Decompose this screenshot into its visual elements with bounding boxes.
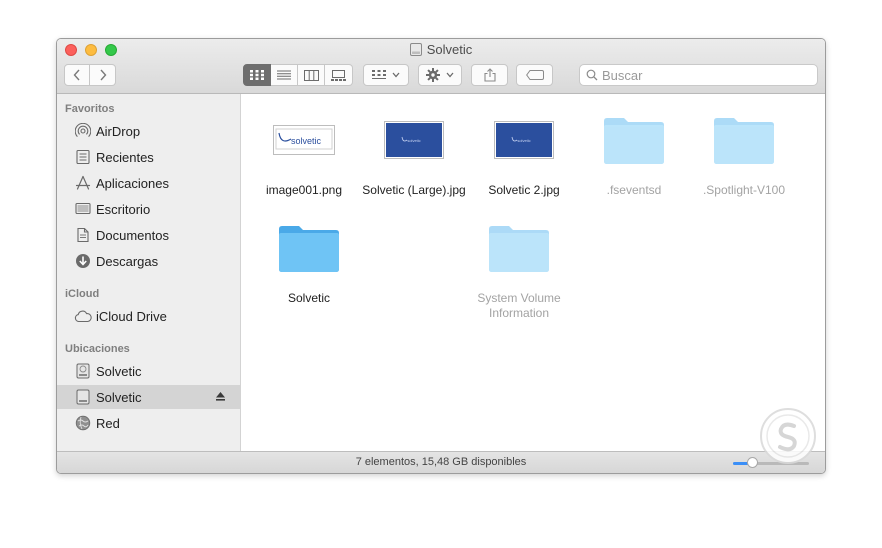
sidebar-item-label: Documentos xyxy=(96,227,169,243)
finder-window: Solvetic Buscar Favoritos AirDrop Recien… xyxy=(56,38,826,474)
search-icon xyxy=(586,69,598,81)
sidebar-item-descargas[interactable]: Descargas xyxy=(57,249,240,273)
group-by-control xyxy=(363,64,409,86)
action-button[interactable] xyxy=(418,64,462,86)
icon-size-slider-knob[interactable] xyxy=(746,457,758,468)
grid-options-icon xyxy=(372,70,386,79)
forward-button[interactable] xyxy=(90,64,116,86)
logo-text: solvetic xyxy=(517,138,530,143)
file-grid: solvetic image001.png solvetic Solvetic … xyxy=(241,94,825,451)
chevron-right-icon xyxy=(99,69,106,81)
sidebar-item-airdrop[interactable]: AirDrop xyxy=(57,119,240,143)
file-name: Solvetic 2.jpg xyxy=(488,183,560,197)
logo-text: solvetic xyxy=(407,138,420,143)
external-drive-icon xyxy=(74,388,92,406)
sidebar-item-icloud-drive[interactable]: iCloud Drive xyxy=(57,304,240,328)
gear-icon xyxy=(426,68,440,82)
folder-icon xyxy=(469,212,569,284)
search-input[interactable] xyxy=(602,67,802,83)
tags-button[interactable] xyxy=(516,64,553,86)
recents-icon xyxy=(74,148,92,166)
sidebar-item-label: Solvetic xyxy=(96,363,142,379)
sidebar-item-red[interactable]: Red xyxy=(57,411,240,435)
sidebar-section-favoritos: Favoritos xyxy=(65,103,115,115)
sidebar-item-label: Recientes xyxy=(96,149,154,165)
desktop-icon xyxy=(74,200,92,218)
applications-icon xyxy=(74,174,92,192)
chevron-down-icon xyxy=(446,72,454,78)
sidebar-item-label: Solvetic xyxy=(96,389,142,405)
gallery-view-button[interactable] xyxy=(325,64,353,86)
file-name: Solvetic xyxy=(287,291,331,305)
sidebar-item-documentos[interactable]: Documentos xyxy=(57,223,240,247)
file-name: .fseventsd xyxy=(606,183,662,197)
view-mode-control xyxy=(243,64,353,86)
status-bar: 7 elementos, 15,48 GB disponibles xyxy=(57,451,825,473)
airdrop-icon xyxy=(74,122,92,140)
sidebar-item-label: Descargas xyxy=(96,253,159,269)
downloads-icon xyxy=(74,252,92,270)
list-view-button[interactable] xyxy=(271,64,298,86)
icons-view-button[interactable] xyxy=(243,64,271,86)
image-thumbnail: solvetic xyxy=(474,104,574,176)
action-control xyxy=(418,64,462,86)
sidebar-item-label: iCloud Drive xyxy=(96,308,167,324)
sidebar-item-solvetic-external[interactable]: Solvetic xyxy=(57,385,240,409)
tag-icon xyxy=(525,70,544,80)
sidebar-item-escritorio[interactable]: Escritorio xyxy=(57,197,240,221)
chevron-down-icon xyxy=(392,72,400,78)
status-text: 7 elementos, 15,48 GB disponibles xyxy=(355,456,527,468)
back-button[interactable] xyxy=(64,64,90,86)
share-control xyxy=(471,64,508,86)
sidebar-item-label: Red xyxy=(96,415,120,431)
watermark-logo-icon xyxy=(760,408,816,464)
image-thumbnail: solvetic xyxy=(254,104,354,176)
cloud-icon xyxy=(74,307,92,325)
sidebar-item-label: AirDrop xyxy=(96,123,141,139)
network-icon xyxy=(74,414,92,432)
file-name: System Volume Information xyxy=(477,291,561,320)
navigation-buttons xyxy=(64,64,116,86)
list-view-icon xyxy=(277,70,291,80)
columns-view-button[interactable] xyxy=(298,64,325,86)
group-by-button[interactable] xyxy=(363,64,409,86)
sidebar-item-label: Aplicaciones xyxy=(96,175,169,191)
window-title-text: Solvetic xyxy=(426,42,473,57)
sidebar-item-solvetic-disk[interactable]: Solvetic xyxy=(57,359,240,383)
share-button[interactable] xyxy=(471,64,508,86)
logo-text: solvetic xyxy=(291,136,322,146)
file-name: .Spotlight-V100 xyxy=(702,183,786,197)
sidebar-item-label: Escritorio xyxy=(96,201,151,217)
sidebar: Favoritos AirDrop Recientes Aplicaciones… xyxy=(57,94,241,451)
share-icon xyxy=(483,68,496,82)
folder-icon xyxy=(694,104,794,176)
sidebar-item-recientes[interactable]: Recientes xyxy=(57,145,240,169)
sidebar-item-aplicaciones[interactable]: Aplicaciones xyxy=(57,171,240,195)
sidebar-section-ubicaciones: Ubicaciones xyxy=(65,343,130,355)
hard-drive-icon xyxy=(74,362,92,380)
file-name: Solvetic (Large).jpg xyxy=(362,183,466,197)
columns-view-icon xyxy=(303,69,319,81)
window-title: Solvetic xyxy=(57,42,825,60)
folder-icon xyxy=(259,212,359,284)
gallery-view-icon xyxy=(331,69,346,81)
chevron-left-icon xyxy=(73,69,80,81)
sidebar-section-icloud: iCloud xyxy=(65,288,100,300)
file-name: image001.png xyxy=(265,183,343,197)
documents-icon xyxy=(74,226,92,244)
image-thumbnail: solvetic xyxy=(364,104,464,176)
tags-control xyxy=(516,64,553,86)
folder-icon xyxy=(584,104,684,176)
search-field[interactable] xyxy=(579,64,818,86)
eject-icon[interactable] xyxy=(215,390,226,405)
icons-view-icon xyxy=(250,70,264,80)
titlebar: Solvetic xyxy=(57,39,825,94)
drive-icon xyxy=(409,43,422,60)
